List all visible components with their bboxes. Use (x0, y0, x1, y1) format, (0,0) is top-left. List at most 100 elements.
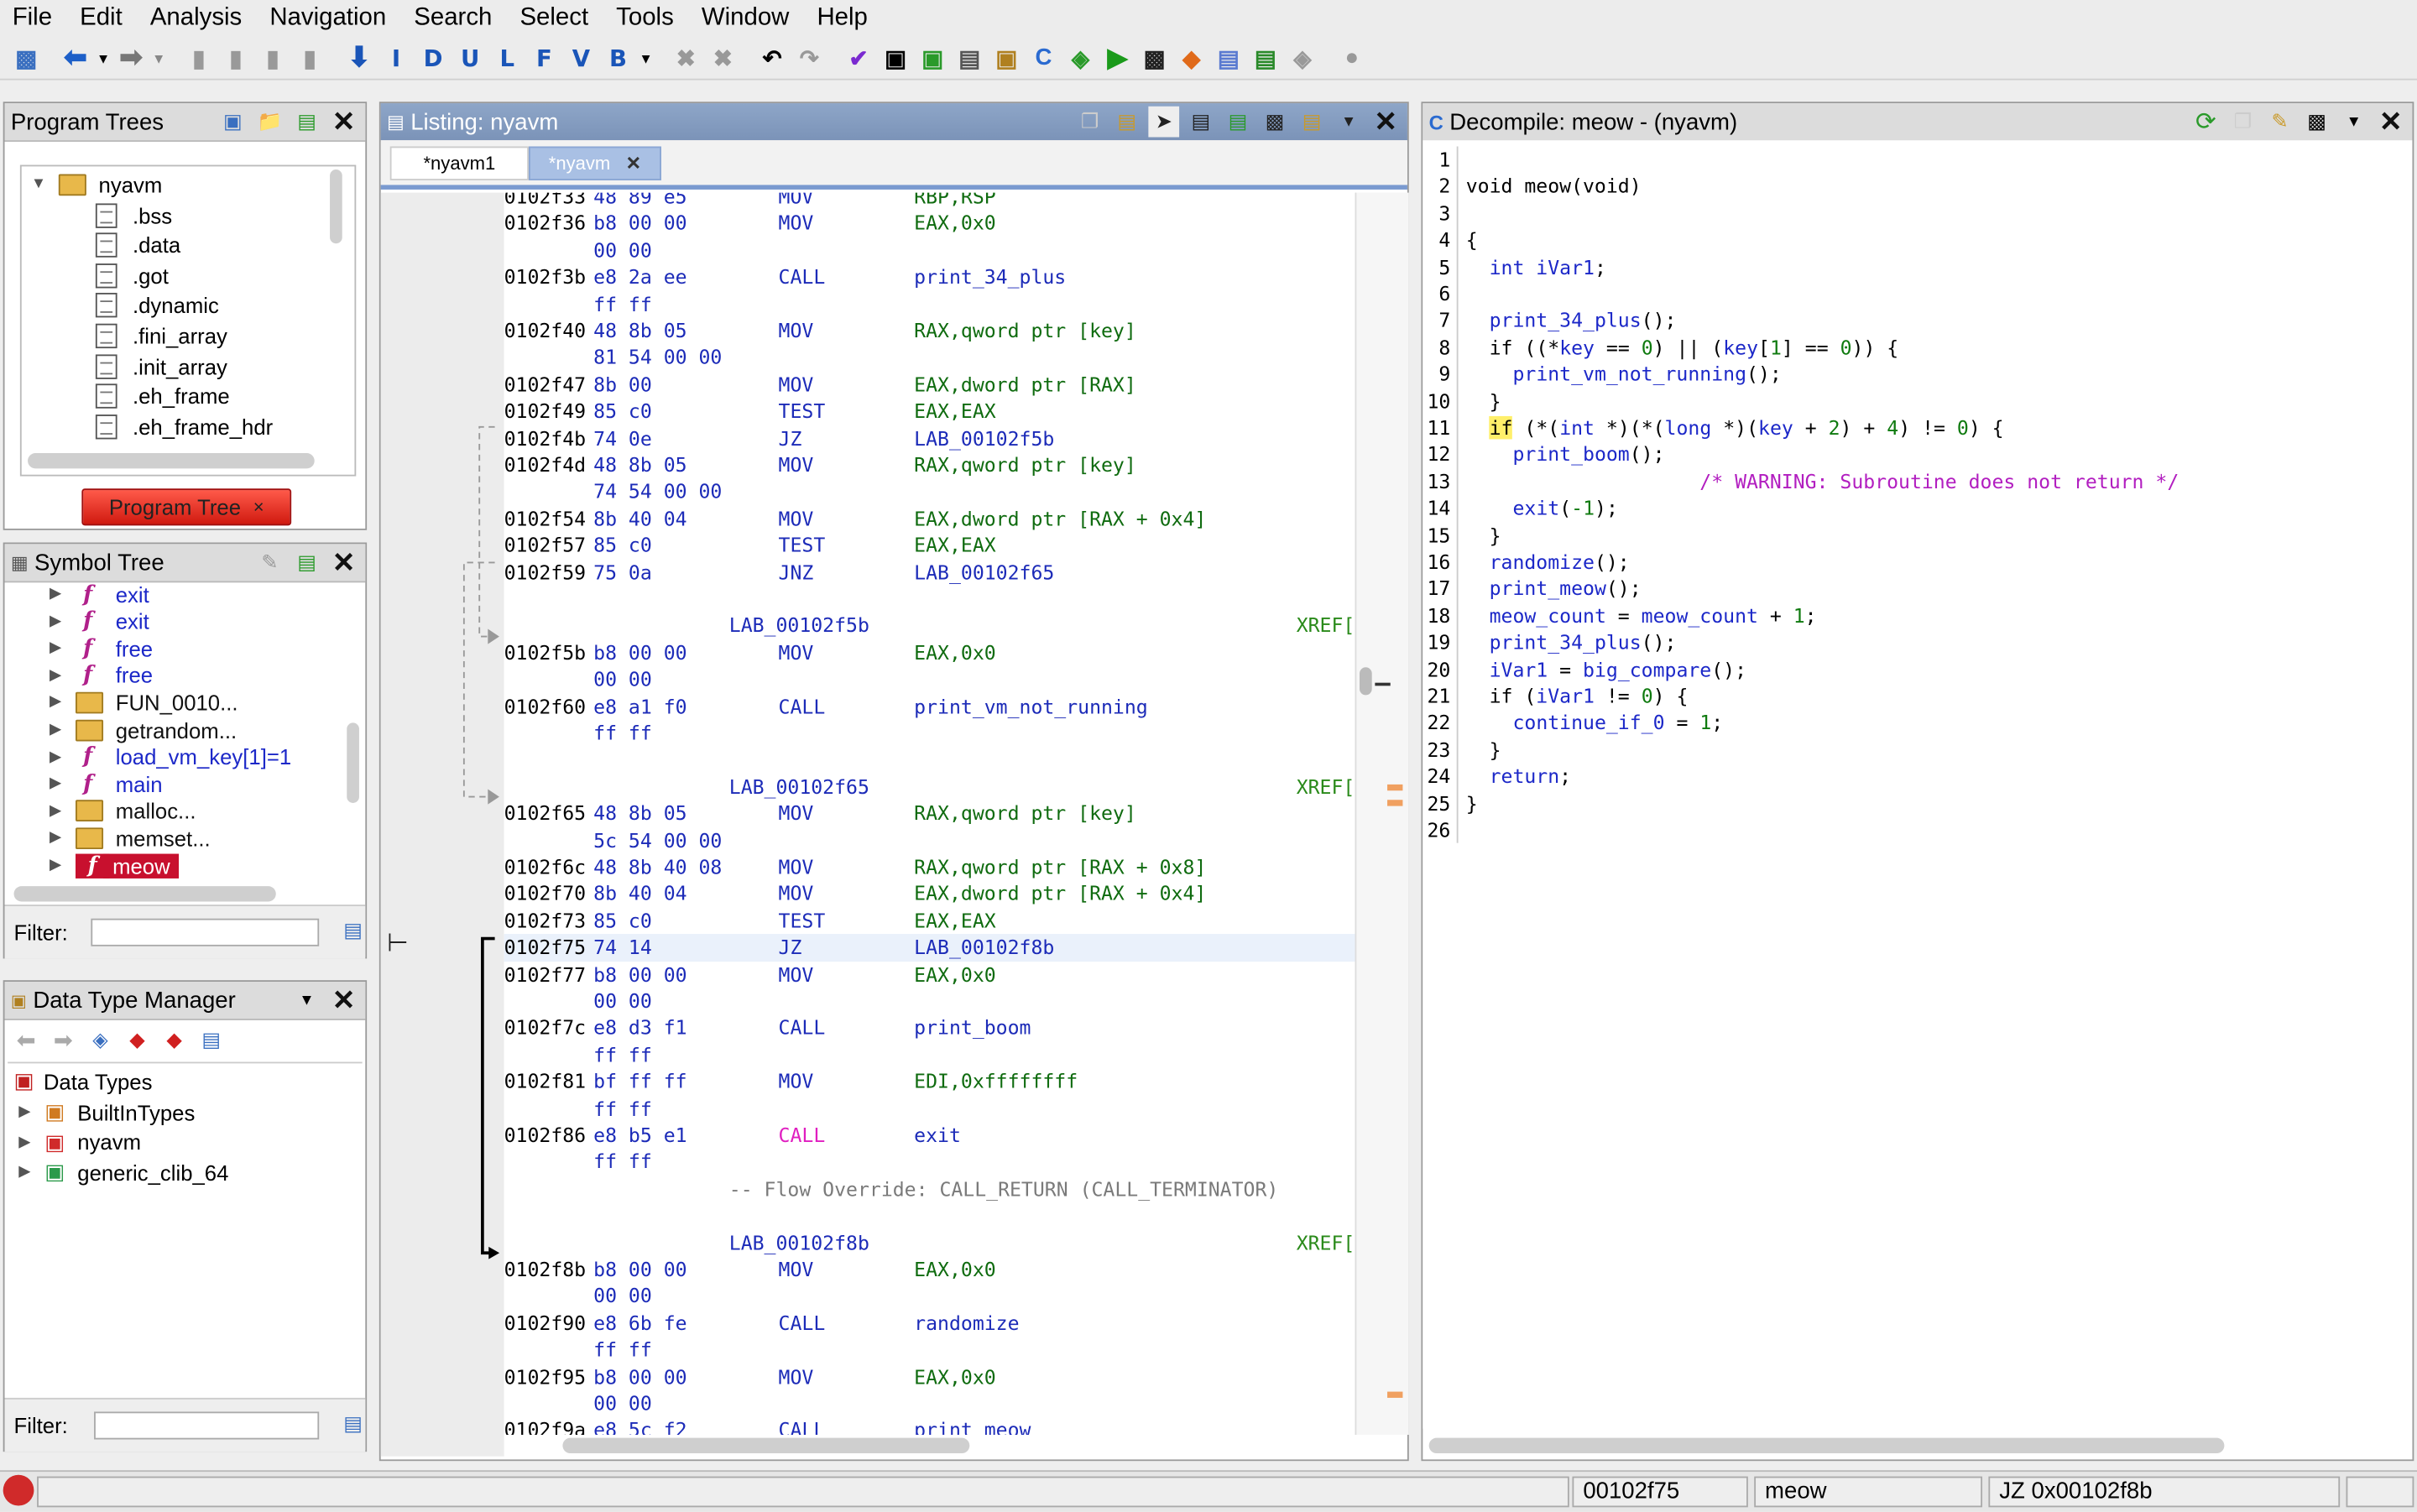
bytes-viewer-icon[interactable]: ▣ (879, 43, 912, 74)
decompile-line[interactable]: } (1466, 388, 1501, 414)
listing-row[interactable]: 0102f70 8b 40 04 MOV EAX,dword ptr [RAX + 0… (504, 880, 1355, 907)
instruction-operand[interactable]: EAX,0x0 (914, 961, 995, 988)
symbol-filter-input[interactable] (91, 918, 320, 946)
expand-arrow-icon[interactable]: ▶ (14, 1103, 36, 1120)
listing-row[interactable]: 0102f59 75 0a JNZ LAB_00102f65 (504, 559, 1355, 586)
listing-row[interactable]: 00 00 (504, 237, 1355, 263)
expand-arrow-icon[interactable]: ▶ (44, 830, 66, 847)
nav-next-icon[interactable]: ▮ (219, 43, 253, 74)
clear-selection-icon[interactable]: ✖ (706, 43, 739, 74)
open-tree-icon[interactable]: 📁 (254, 107, 285, 138)
listing-row[interactable]: 0102f36 b8 00 00 MOV EAX,0x0 (504, 211, 1355, 237)
listing-code-area[interactable]: 0102f33 48 89 e5 MOV RBP,RSP 0102f36 b8 00 00… (504, 192, 1355, 1436)
close-icon[interactable]: ✕ (2375, 106, 2406, 138)
field-editor-icon[interactable]: ▤ (1185, 107, 1216, 138)
instruction-mnemonic[interactable]: MOV (779, 854, 814, 881)
listing-options-icon[interactable]: ▤ (1297, 107, 1328, 138)
decompile-line[interactable]: print_34_plus(); (1466, 307, 1677, 334)
expand-arrow-icon[interactable]: ▶ (44, 667, 66, 684)
run-icon[interactable]: ▶ (1100, 43, 1134, 74)
dtm-collapse-icon[interactable]: ▤ (196, 1025, 227, 1056)
edit-icon[interactable]: ✎ (2264, 107, 2295, 138)
listing-row[interactable] (504, 747, 1355, 774)
instruction-operand[interactable]: EAX,dword ptr [RAX + 0x4] (914, 880, 1206, 907)
instruction-operand[interactable]: EAX,EAX (914, 532, 995, 559)
listing-row[interactable]: 0102f4d 48 8b 05 MOV RAX,qword ptr [key] (504, 451, 1355, 478)
listing-row[interactable]: 0102f9a e8 5c f2 CALL print_meow (504, 1417, 1355, 1435)
listing-row[interactable]: 0102f40 48 8b 05 MOV RAX,qword ptr [key] (504, 317, 1355, 344)
listing-vscroll-thumb[interactable] (1360, 667, 1372, 696)
plugin-icon[interactable]: ● (1335, 43, 1369, 74)
bookmark-d-icon[interactable]: D (416, 43, 450, 74)
listing-row[interactable]: 0102f6c 48 8b 40 08 MOV RAX,qword ptr [RAX … (504, 854, 1355, 881)
instruction-operand[interactable]: RAX,qword ptr [key] (914, 317, 1136, 344)
instruction-mnemonic[interactable]: TEST (779, 532, 826, 559)
symbol-tree-hscroll[interactable] (13, 886, 276, 902)
instruction-mnemonic[interactable]: JZ (779, 425, 802, 451)
decompile-line[interactable]: iVar1 = big_compare(); (1466, 656, 1746, 683)
menu-window[interactable]: Window (687, 0, 803, 37)
symbol-item[interactable]: ▶ f exit (44, 607, 149, 636)
nav-prev-func-icon[interactable]: ▮ (256, 43, 290, 74)
export-icon[interactable]: ▤ (1249, 43, 1282, 74)
listing-row[interactable]: ff ff (504, 1041, 1355, 1068)
decompile-line[interactable]: if (iVar1 != 0) { (1466, 683, 1689, 710)
listing-row[interactable]: 0102f5b b8 00 00 MOV EAX,0x0 (504, 639, 1355, 666)
bookmark-i-icon[interactable]: I (379, 43, 413, 74)
instruction-operand[interactable]: RAX,qword ptr [key] (914, 800, 1136, 827)
program-tree-tab-close[interactable]: × (253, 496, 264, 518)
listing-row[interactable]: 0102f60 e8 a1 f0 CALL print_vm_not_running (504, 693, 1355, 720)
decompile-menu-dropdown-icon[interactable]: ▼ (2338, 107, 2369, 138)
instruction-mnemonic[interactable]: MOV (779, 451, 814, 478)
instruction-mnemonic[interactable]: MOV (779, 505, 814, 532)
listing-row[interactable]: 81 54 00 00 (504, 344, 1355, 371)
tab-nyavm1[interactable]: *nyavm1 (389, 146, 529, 180)
program-tree-hscroll[interactable] (28, 453, 315, 469)
listing-row[interactable]: ff ff (504, 1337, 1355, 1363)
listing-row[interactable]: ff ff (504, 1149, 1355, 1176)
listing-row[interactable]: 0102f49 85 c0 TEST EAX,EAX (504, 398, 1355, 425)
listing-row[interactable]: 5c 54 00 00 (504, 827, 1355, 854)
listing-row[interactable]: LAB_00102f8b XREF[ (504, 1229, 1355, 1256)
back-dropdown-icon[interactable]: ▼ (96, 43, 111, 74)
expand-arrow-icon[interactable]: ▶ (44, 613, 66, 629)
decompile-line[interactable]: print_meow(); (1466, 576, 1642, 602)
bookmark-f-icon[interactable]: F (527, 43, 561, 74)
diff-icon[interactable]: ▤ (1223, 107, 1254, 138)
tree-section-item[interactable]: .fini_array (95, 321, 227, 351)
code-label[interactable]: LAB_00102f8b (729, 1229, 869, 1256)
instruction-mnemonic[interactable]: CALL (779, 1310, 826, 1337)
decompile-line[interactable]: print_boom(); (1466, 441, 1664, 468)
listing-row[interactable]: LAB_00102f5b XREF[ (504, 613, 1355, 639)
xref-marker[interactable]: XREF[ (1297, 1229, 1355, 1256)
instruction-mnemonic[interactable]: MOV (779, 1363, 814, 1390)
function-graph-icon[interactable]: ◈ (1063, 43, 1097, 74)
bookmark-dropdown-icon[interactable]: ▼ (638, 43, 653, 74)
program-tree-tab[interactable]: Program Tree × (81, 488, 292, 526)
expand-arrow-icon[interactable]: ▶ (44, 694, 66, 711)
data-type-archive-item[interactable]: ▶ ▣ BuiltInTypes (14, 1098, 196, 1127)
expand-arrow-icon[interactable]: ▶ (14, 1134, 36, 1150)
script-manager-icon[interactable]: ▣ (916, 43, 949, 74)
listing-row[interactable]: -- Flow Override: CALL_RETURN (CALL_TERM… (504, 1176, 1355, 1202)
listing-row[interactable]: 00 00 (504, 1390, 1355, 1417)
emulator-icon[interactable]: ▩ (1138, 43, 1172, 74)
decompile-line[interactable]: void meow(void) (1466, 173, 1642, 200)
instruction-mnemonic[interactable]: TEST (779, 398, 826, 425)
instruction-mnemonic[interactable]: MOV (779, 1068, 814, 1095)
instruction-operand[interactable]: print_34_plus (914, 263, 1066, 290)
instruction-operand[interactable]: RBP,RSP (914, 193, 995, 211)
decompile-line[interactable]: if ((*key == 0) || (key[1] == 0)) { (1466, 334, 1899, 361)
tree-section-item[interactable]: .data (95, 231, 180, 260)
bookmark-l-icon[interactable]: L (490, 43, 524, 74)
instruction-operand[interactable]: print_boom (914, 1014, 1031, 1041)
instruction-mnemonic[interactable]: MOV (779, 371, 814, 398)
memory-map-icon[interactable]: ▤ (953, 43, 986, 74)
listing-row[interactable]: 0102f73 85 c0 TEST EAX,EAX (504, 907, 1355, 934)
listing-row[interactable] (504, 1202, 1355, 1229)
decompile-line[interactable]: randomize(); (1466, 549, 1630, 576)
listing-row[interactable]: 0102f81 bf ff ff MOV EDI,0xffffffff (504, 1068, 1355, 1095)
decompile-line[interactable]: print_vm_not_running(); (1466, 361, 1781, 388)
xref-marker[interactable]: XREF[ (1297, 774, 1355, 800)
listing-row[interactable]: 0102f77 b8 00 00 MOV EAX,0x0 (504, 961, 1355, 988)
